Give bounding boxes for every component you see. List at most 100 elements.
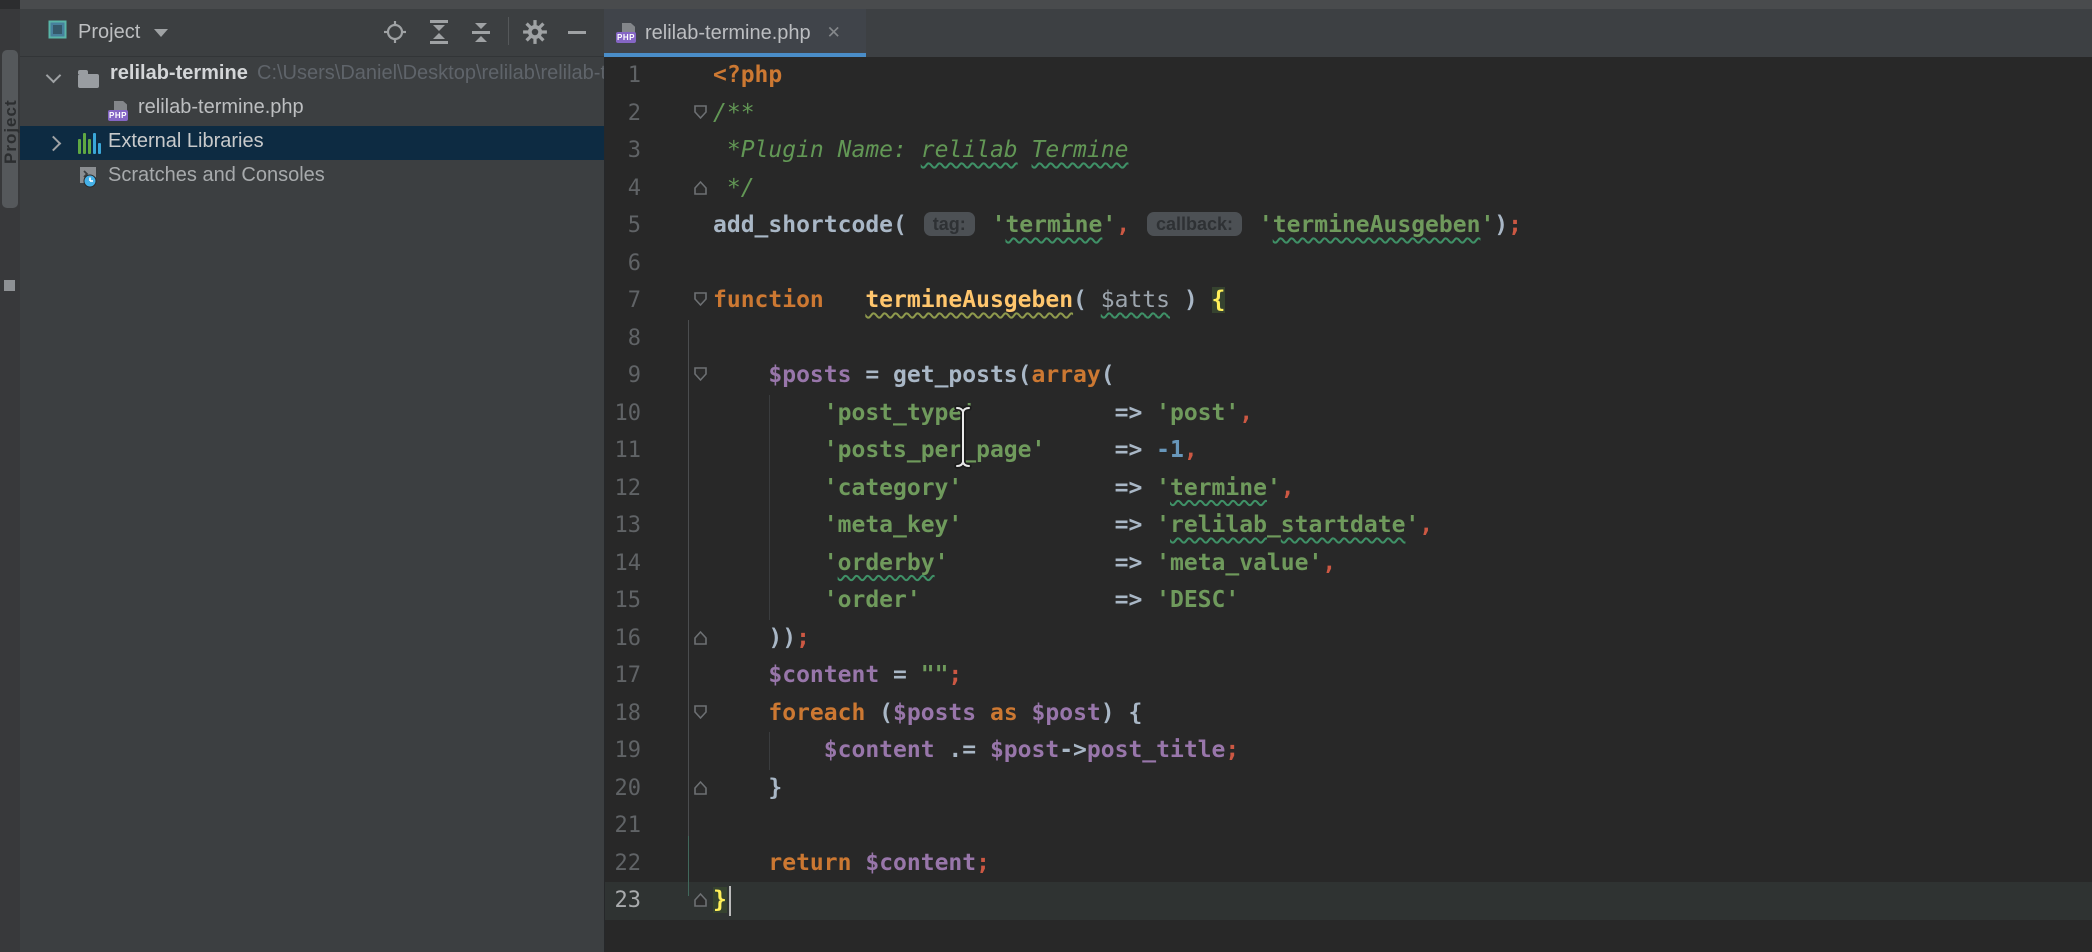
tab-relilab-termine[interactable]: PHP relilab-termine.php ✕: [604, 9, 866, 57]
chevron-down-icon[interactable]: [46, 68, 62, 84]
code-token: $post: [990, 737, 1059, 763]
stripe-square-icon[interactable]: [4, 280, 15, 291]
gutter-line-number[interactable]: 2: [605, 95, 641, 133]
project-panel-header: Project: [20, 9, 604, 57]
code-token: as: [990, 700, 1018, 726]
code-line[interactable]: 'meta_key' => 'relilab_startdate',: [713, 507, 1433, 545]
fold-end-icon[interactable]: [693, 629, 708, 646]
php-file-icon: PHP: [616, 23, 636, 43]
code-line[interactable]: }: [713, 882, 727, 920]
code-token: ,: [1184, 437, 1198, 463]
code-token: ': [1267, 475, 1281, 501]
code-token: -1: [1156, 437, 1184, 463]
code-line[interactable]: foreach ($posts as $post) {: [713, 695, 1142, 733]
collapse-all-button[interactable]: [424, 17, 454, 47]
fold-collapse-icon[interactable]: [693, 366, 708, 383]
code-line[interactable]: */: [713, 170, 755, 208]
code-line[interactable]: ));: [713, 620, 810, 658]
code-line[interactable]: $content .= $post->post_title;: [713, 732, 1239, 770]
code-token: [824, 287, 866, 313]
code-token: ': [935, 550, 949, 576]
code-line[interactable]: 'order' => 'DESC': [713, 582, 1239, 620]
code-token: [921, 587, 1115, 613]
chevron-right-icon[interactable]: [46, 136, 62, 152]
fold-end-icon[interactable]: [693, 779, 708, 796]
code-line[interactable]: *Plugin Name: relilab Termine: [713, 132, 1128, 170]
code-token: post_title: [1087, 737, 1225, 763]
code-line[interactable]: 'orderby' => 'meta_value',: [713, 545, 1336, 583]
code-token: ': [1259, 212, 1273, 238]
code-token: =>: [1115, 587, 1157, 613]
scratches-icon: [78, 165, 102, 194]
code-token: _: [1267, 512, 1281, 538]
code-token: add_shortcode: [713, 212, 893, 238]
gutter-line-number[interactable]: 4: [605, 170, 641, 208]
code-token: /**: [713, 100, 755, 126]
gutter-line-number[interactable]: 12: [605, 470, 641, 508]
tree-row-external-libraries[interactable]: External Libraries: [20, 126, 604, 160]
parameter-hint: tag:: [924, 212, 975, 236]
code-editor[interactable]: 1234567891011121314151617181920212223 <?…: [605, 57, 2092, 952]
code-line[interactable]: }: [713, 770, 782, 808]
code-line[interactable]: $content = "";: [713, 657, 962, 695]
fold-end-icon[interactable]: [693, 891, 708, 908]
code-token: ': [992, 212, 1006, 238]
gutter-line-number[interactable]: 15: [605, 582, 641, 620]
hide-panel-button[interactable]: [562, 17, 592, 47]
gutter-line-number[interactable]: 20: [605, 770, 641, 808]
code-token: =>: [1115, 550, 1157, 576]
fold-collapse-icon[interactable]: [693, 104, 708, 121]
code-token: termineAusgeben: [865, 287, 1073, 313]
code-token: $content: [865, 850, 976, 876]
locate-file-button[interactable]: [380, 17, 410, 47]
gutter-line-number[interactable]: 17: [605, 657, 641, 695]
gear-icon[interactable]: [520, 17, 550, 47]
gutter-line-number[interactable]: 21: [605, 807, 641, 845]
gutter-line-number[interactable]: 6: [605, 245, 641, 283]
expand-all-button[interactable]: [466, 17, 496, 47]
code-token: 'meta_value': [1156, 550, 1322, 576]
tree-row-php-file[interactable]: PHP relilab-termine.php: [20, 92, 604, 126]
gutter-line-number[interactable]: 19: [605, 732, 641, 770]
gutter-line-number[interactable]: 10: [605, 395, 641, 433]
code-line[interactable]: 'category' => 'termine',: [713, 470, 1295, 508]
gutter-line-number[interactable]: 14: [605, 545, 641, 583]
gutter-line-number[interactable]: 9: [605, 357, 641, 395]
gutter-line-number[interactable]: 8: [605, 320, 641, 358]
gutter-line-number[interactable]: 5: [605, 207, 641, 245]
code-token: [962, 512, 1114, 538]
gutter-line-number[interactable]: 1: [605, 57, 641, 95]
code-token: ,: [1239, 400, 1253, 426]
panel-title[interactable]: Project: [78, 21, 140, 44]
fold-collapse-icon[interactable]: [693, 291, 708, 308]
tree-row-project-root[interactable]: relilab-termine C:\Users\Daniel\Desktop\…: [20, 58, 604, 92]
gutter-line-number[interactable]: 13: [605, 507, 641, 545]
project-stripe-label[interactable]: Project: [1, 62, 18, 202]
code-line[interactable]: $posts = get_posts(array(: [713, 357, 1115, 395]
code-line[interactable]: <?php: [713, 57, 782, 95]
gutter-line-number[interactable]: 7: [605, 282, 641, 320]
gutter-line-number[interactable]: 16: [605, 620, 641, 658]
folder-icon: [78, 74, 99, 88]
code-line[interactable]: return $content;: [713, 845, 990, 883]
close-icon[interactable]: ✕: [827, 23, 841, 43]
code-line[interactable]: 'post_type' => 'post',: [713, 395, 1253, 433]
project-root-name: relilab-termine: [110, 62, 248, 85]
code-line[interactable]: function termineAusgeben( $atts ) {: [713, 282, 1225, 320]
gutter-line-number[interactable]: 3: [605, 132, 641, 170]
code-token: 'meta_key': [824, 512, 962, 538]
code-token: ;: [976, 850, 990, 876]
tree-row-scratches[interactable]: Scratches and Consoles: [20, 160, 604, 194]
fold-collapse-icon[interactable]: [693, 704, 708, 721]
code-token: relilab: [921, 137, 1018, 163]
code-token: [851, 850, 865, 876]
code-line[interactable]: /**: [713, 95, 755, 133]
gutter-line-number[interactable]: 11: [605, 432, 641, 470]
code-line[interactable]: add_shortcode( tag: 'termine', callback:…: [713, 207, 1522, 245]
gutter-line-number[interactable]: 23: [605, 882, 641, 920]
php-file-icon: PHP: [108, 101, 128, 121]
chevron-down-icon[interactable]: [154, 29, 168, 37]
gutter-line-number[interactable]: 18: [605, 695, 641, 733]
gutter-line-number[interactable]: 22: [605, 845, 641, 883]
fold-end-icon[interactable]: [693, 179, 708, 196]
